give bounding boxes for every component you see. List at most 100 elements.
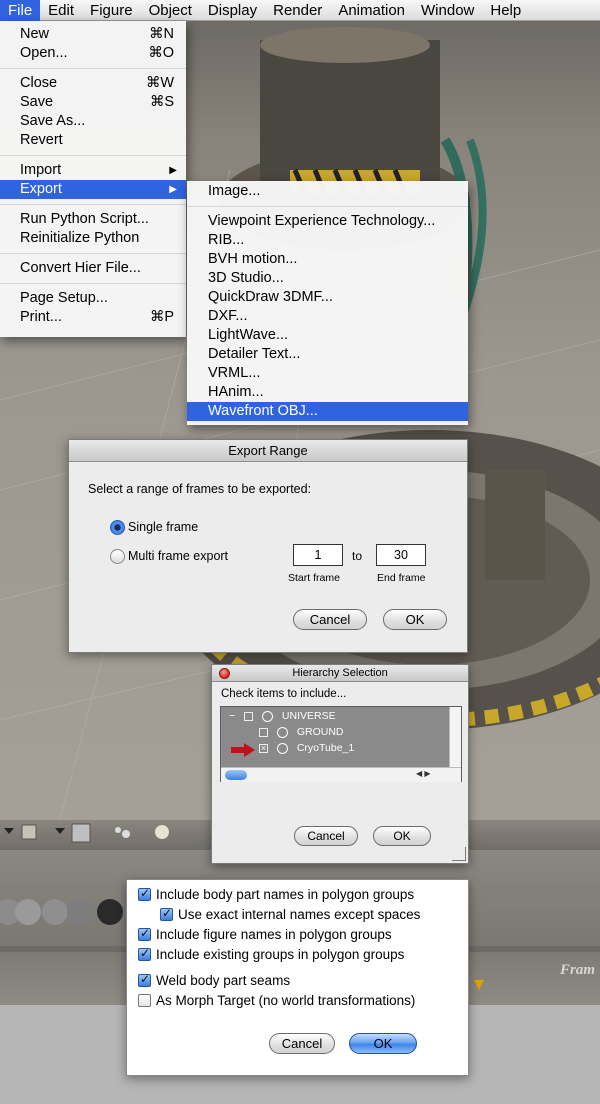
to-label: to (352, 549, 363, 563)
menu-item-close[interactable]: Close ⌘W (0, 74, 186, 93)
menu-help[interactable]: Help (482, 0, 529, 21)
menu-item-run-python[interactable]: Run Python Script... (0, 210, 186, 229)
single-frame-radio[interactable] (110, 520, 125, 535)
menu-item-new[interactable]: New ⌘N (0, 25, 186, 44)
checkbox[interactable] (244, 711, 254, 721)
menu-item-import[interactable]: Import ▶ (0, 161, 186, 180)
ok-button[interactable]: OK (383, 609, 447, 630)
shortcut: ⌘S (149, 94, 174, 110)
weld-seams-checkbox[interactable] (138, 972, 151, 987)
hierarchy-prompt: Check items to include... (221, 688, 347, 700)
object-icon (276, 726, 288, 738)
export-dxf[interactable]: DXF... (187, 307, 468, 326)
shortcut: ⌘N (149, 26, 174, 42)
option-label: Use exact internal names except spaces (178, 907, 421, 922)
menu-item-convert-hier[interactable]: Convert Hier File... (0, 259, 186, 278)
menu-animation[interactable]: Animation (330, 0, 413, 21)
tree-item-label: UNIVERSE (281, 710, 336, 722)
multi-frame-label: Multi frame export (128, 549, 229, 563)
hierarchy-tree: − UNIVERSE GROUND × CryoTube_1 ◀ ▶ (220, 706, 462, 782)
menu-item-label: Close (20, 75, 58, 91)
include-figure-names-checkbox[interactable] (138, 926, 151, 941)
tree-item-label: GROUND (296, 726, 344, 738)
range-prompt: Select a range of frames to be exported: (88, 482, 312, 496)
export-3ds[interactable]: 3D Studio... (187, 269, 468, 288)
menu-item-page-setup[interactable]: Page Setup... (0, 289, 186, 308)
menu-file[interactable]: File (0, 0, 41, 21)
include-existing-groups-checkbox[interactable] (138, 946, 151, 961)
menu-window[interactable]: Window (413, 0, 482, 21)
shortcut: ⌘O (148, 45, 174, 61)
dialog-title: Hierarchy Selection (292, 667, 388, 679)
file-menu: New ⌘N Open... ⌘O Close ⌘W Save ⌘S Save As..… (0, 21, 186, 337)
menu-item-export[interactable]: Export ▶ (0, 180, 186, 199)
menu-separator (187, 206, 468, 207)
tree-row-cryotube[interactable]: × CryoTube_1 (259, 741, 354, 756)
submenu-arrow-icon: ▶ (169, 184, 177, 195)
object-icon (276, 742, 288, 754)
end-frame-input[interactable]: 30 (376, 544, 426, 566)
menu-item-label: Save (20, 94, 54, 110)
frame-label: Fram (560, 962, 596, 978)
menu-item-print[interactable]: Print... ⌘P (0, 308, 186, 327)
export-image[interactable]: Image... (187, 182, 468, 201)
start-frame-input[interactable]: 1 (293, 544, 343, 566)
menu-edit[interactable]: Edit (40, 0, 82, 21)
collapse-icon[interactable]: − (229, 710, 235, 722)
checked-checkbox[interactable]: × (259, 743, 268, 753)
export-wavefront-obj[interactable]: Wavefront OBJ... (187, 402, 468, 421)
end-frame-label: End frame (377, 572, 426, 584)
menu-separator (0, 283, 186, 284)
use-exact-names-checkbox[interactable] (160, 906, 173, 921)
tree-item-label: CryoTube_1 (296, 742, 355, 754)
menu-display[interactable]: Display (200, 0, 265, 21)
export-submenu: Image... Viewpoint Experience Technology… (187, 181, 468, 425)
export-viewpoint[interactable]: Viewpoint Experience Technology... (187, 212, 468, 231)
menu-item-save[interactable]: Save ⌘S (0, 93, 186, 112)
option-label: Weld body part seams (156, 973, 291, 988)
horizontal-scrollbar[interactable]: ◀ ▶ (221, 767, 461, 782)
ok-button[interactable]: OK (373, 826, 431, 846)
menu-item-label: Import (20, 162, 62, 178)
menu-render[interactable]: Render (265, 0, 330, 21)
menu-figure[interactable]: Figure (82, 0, 141, 21)
morph-target-checkbox[interactable] (138, 994, 151, 1007)
cancel-button[interactable]: Cancel (294, 826, 358, 846)
export-hanim[interactable]: HAnim... (187, 383, 468, 402)
export-lightwave[interactable]: LightWave... (187, 326, 468, 345)
export-3dmf[interactable]: QuickDraw 3DMF... (187, 288, 468, 307)
export-range-dialog: Export Range Select a range of frames to… (68, 439, 468, 653)
vertical-scrollbar[interactable] (449, 707, 461, 767)
menu-item-label: Print... (20, 309, 62, 325)
dialog-title: Export Range (69, 440, 467, 462)
export-vrml[interactable]: VRML... (187, 364, 468, 383)
checkbox[interactable] (259, 727, 268, 737)
shortcut: ⌘W (145, 75, 174, 91)
menu-item-revert[interactable]: Revert (0, 131, 186, 150)
submenu-arrow-icon: ▶ (169, 165, 177, 176)
menu-item-save-as[interactable]: Save As... (0, 112, 186, 131)
multi-frame-radio[interactable] (110, 549, 125, 564)
menu-item-open[interactable]: Open... ⌘O (0, 44, 186, 63)
export-bvh[interactable]: BVH motion... (187, 250, 468, 269)
export-detailer[interactable]: Detailer Text... (187, 345, 468, 364)
export-rib[interactable]: RIB... (187, 231, 468, 250)
ok-button[interactable]: OK (349, 1033, 417, 1054)
resize-grip-icon[interactable] (452, 847, 466, 861)
menu-item-label: Open... (20, 45, 68, 61)
hierarchy-selection-dialog: Hierarchy Selection Check items to inclu… (211, 664, 469, 864)
menu-item-reinit-python[interactable]: Reinitialize Python (0, 229, 186, 248)
cancel-button[interactable]: Cancel (269, 1033, 335, 1054)
dialog-titlebar: Hierarchy Selection (212, 665, 468, 682)
tree-row-universe[interactable]: − UNIVERSE (229, 709, 336, 724)
menu-object[interactable]: Object (141, 0, 200, 21)
scroll-arrows-icon[interactable]: ◀ ▶ (416, 769, 431, 778)
red-arrow-icon (231, 743, 255, 757)
tree-row-ground[interactable]: GROUND (259, 725, 344, 740)
close-icon[interactable] (219, 668, 230, 679)
scroll-thumb[interactable] (225, 770, 247, 780)
include-body-part-names-checkbox[interactable] (138, 886, 151, 901)
cancel-button[interactable]: Cancel (293, 609, 367, 630)
menu-separator (0, 204, 186, 205)
globe-icon (261, 710, 273, 722)
